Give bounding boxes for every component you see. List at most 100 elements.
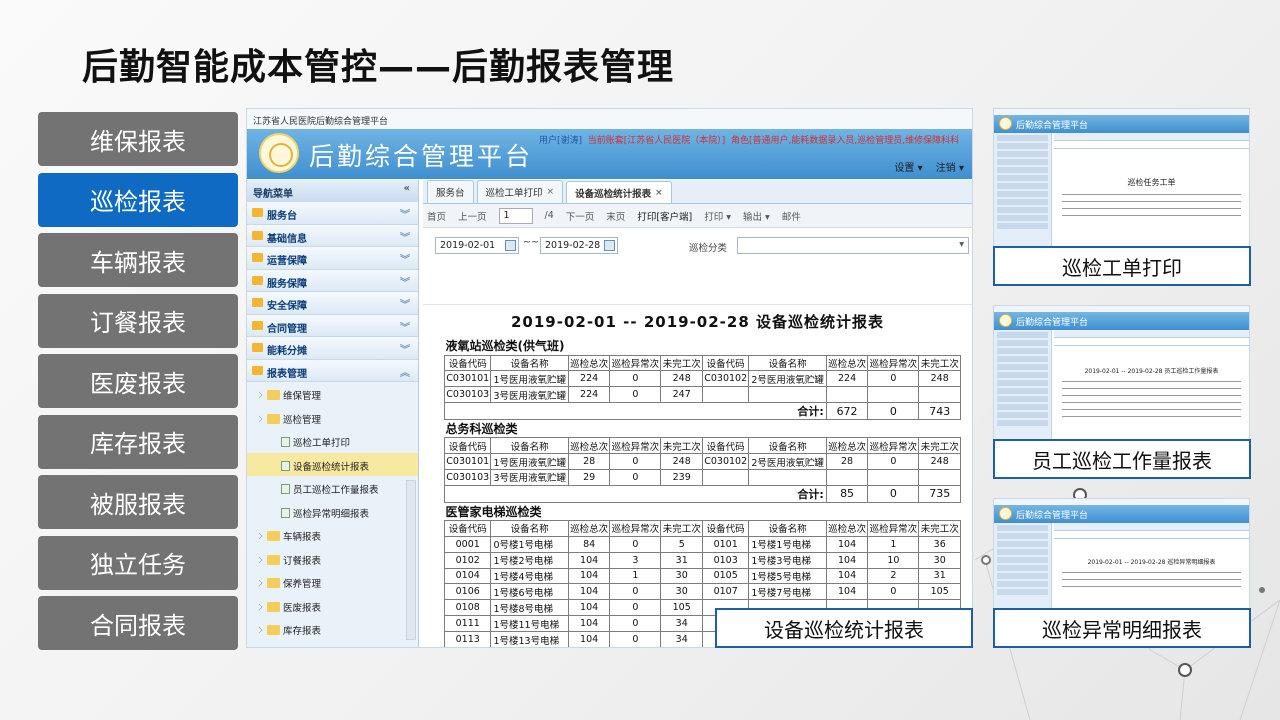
nav-tree-item-5[interactable]: 巡检异常明细报表 <box>247 500 418 524</box>
nav-tree-item-9[interactable]: 医废报表 <box>247 594 418 618</box>
header-row: 设备代码 设备名称 巡检总次 巡检异常次 未完工次 设备代码 设备名称 巡检总次 巡检异常次 未完… <box>443 519 961 537</box>
report-title: 2019-02-01 -- 2019-02-28 设备巡检统计报表 <box>510 313 884 331</box>
prev-page-button[interactable]: 上一页 <box>458 209 487 223</box>
category-select[interactable]: ▾ <box>737 237 969 254</box>
tab-2[interactable]: 设备巡检统计报表 × <box>566 181 672 203</box>
end-date-input[interactable]: 2019-02-28 <box>540 237 618 254</box>
chevron-up-icon[interactable]: ︽ <box>400 364 410 379</box>
total-label: 合计: <box>444 484 827 503</box>
nav-group-0[interactable]: 服务台 ︾ <box>247 202 418 225</box>
table-cell <box>748 468 827 486</box>
role-label: 角色[普通用户,能耗数据录入员,巡检管理员,维修保障科科 <box>731 136 960 146</box>
settings-button[interactable]: 设置 ▾ <box>894 163 922 174</box>
table-cell <box>825 468 869 486</box>
column-header: 未完工次 <box>918 354 961 372</box>
menu-button-6[interactable]: 被服报表 <box>38 475 238 529</box>
table-cell: 84 <box>567 535 611 553</box>
nav-tree-label: 维保管理 <box>283 391 322 402</box>
nav-tree-item-0[interactable]: 维保管理 <box>247 382 418 406</box>
column-header: 巡检异常次 <box>867 519 920 537</box>
account-label: 当前账套[江苏省人民医院（本院）] <box>587 136 726 146</box>
table-row: 0001 0号楼1号电梯 84 0 5 0101 1号楼1号电梯 104 1 36 <box>443 535 961 553</box>
column-header: 设备名称 <box>490 519 569 537</box>
print-client-button[interactable]: 打印[客户端] <box>637 209 692 223</box>
nav-group-5[interactable]: 合同管理 ︾ <box>247 314 418 337</box>
collapse-icon[interactable]: « <box>404 183 410 194</box>
next-page-button[interactable]: 下一页 <box>566 209 595 223</box>
nav-group-3[interactable]: 服务保障 ︾ <box>247 269 418 292</box>
column-header: 巡检总次 <box>567 354 611 372</box>
nav-tree-item-2[interactable]: 巡检工单打印 <box>247 429 418 453</box>
nav-group-7[interactable]: 报表管理 ︽ <box>247 359 418 382</box>
column-header: 巡检异常次 <box>609 354 662 372</box>
nav-tree-item-1[interactable]: 巡检管理 <box>247 406 418 430</box>
close-icon[interactable]: × <box>547 187 555 197</box>
column-header: 设备名称 <box>748 519 827 537</box>
table-cell: 0102 <box>443 551 492 569</box>
last-page-button[interactable]: 末页 <box>606 209 625 223</box>
menu-button-4[interactable]: 医废报表 <box>38 354 238 408</box>
tab-1[interactable]: 巡检工单打印 × <box>476 180 564 203</box>
menu-button-2[interactable]: 车辆报表 <box>38 233 238 287</box>
table-cell: 0 <box>609 615 662 633</box>
close-icon[interactable]: × <box>655 188 663 198</box>
chevron-down-icon[interactable]: ︾ <box>400 296 410 311</box>
chevron-down-icon[interactable]: ︾ <box>400 319 410 334</box>
logout-button[interactable]: 注销 ▾ <box>936 163 964 174</box>
menu-button-0[interactable]: 维保报表 <box>38 112 238 166</box>
menu-button-1[interactable]: 巡检报表 <box>38 172 238 227</box>
nav-tree-item-3[interactable]: 设备巡检统计报表 <box>247 452 418 476</box>
total-value: 735 <box>918 484 961 503</box>
menu-button-5[interactable]: 库存报表 <box>38 414 238 469</box>
table-cell: 104 <box>567 583 611 601</box>
tab-0[interactable]: 服务台 <box>427 180 474 203</box>
chevron-down-icon[interactable]: ▾ <box>959 239 964 250</box>
mail-button[interactable]: 邮件 <box>782 209 801 223</box>
table-cell: 0 <box>609 370 662 388</box>
menu-button-3[interactable]: 订餐报表 <box>38 293 238 348</box>
start-date-input[interactable]: 2019-02-01 <box>435 237 519 254</box>
page-input[interactable]: 1 <box>498 207 533 224</box>
column-header: 设备代码 <box>443 354 492 372</box>
chevron-down-icon[interactable]: ︾ <box>400 341 410 356</box>
export-button[interactable]: 输出 ▾ <box>743 209 770 223</box>
first-page-button[interactable]: 首页 <box>427 209 446 223</box>
nav-group-label: 基础信息 <box>267 233 307 245</box>
total-row: 合计: 672 0 743 <box>444 402 961 421</box>
column-header: 巡检总次 <box>825 354 869 372</box>
filter-bar: 2019-02-01 ~~ 2019-02-28 巡检分类 ▾ <box>423 228 972 280</box>
table-cell: 1号楼1号电梯 <box>748 535 827 553</box>
chevron-down-icon[interactable]: ︾ <box>400 251 410 266</box>
nav-tree-item-4[interactable]: 员工巡检工作量报表 <box>247 476 418 500</box>
nav-group-2[interactable]: 运营保障 ︾ <box>247 247 418 270</box>
nav-group-1[interactable]: 基础信息 ︾ <box>247 224 418 247</box>
nav-scrollbar[interactable] <box>406 480 416 640</box>
nav-tree-item-8[interactable]: 保养管理 <box>247 570 418 594</box>
chevron-down-icon[interactable]: ︾ <box>400 206 410 221</box>
menu-button-8[interactable]: 合同报表 <box>38 596 238 650</box>
nav-group-4[interactable]: 安全保障 ︾ <box>247 292 418 315</box>
calendar-icon[interactable] <box>604 240 615 251</box>
chevron-down-icon[interactable]: ︾ <box>400 229 410 244</box>
chevron-down-icon[interactable]: ︾ <box>400 274 410 289</box>
nav-group-label: 服务台 <box>267 211 297 222</box>
menu-button-7[interactable]: 独立任务 <box>38 535 238 590</box>
nav-tree-label: 保养管理 <box>283 579 322 590</box>
column-header: 设备名称 <box>748 437 827 455</box>
print-button[interactable]: 打印 ▾ <box>704 209 731 223</box>
thumb-platform-name: 后勤综合管理平台 <box>1016 511 1089 521</box>
tab-bar: 服务台 巡检工单打印 × 设备巡检统计报表 × <box>423 180 972 204</box>
section-row: 总务科巡检类 <box>445 420 961 438</box>
nav-tree-item-7[interactable]: 订餐报表 <box>247 547 418 571</box>
nav-tree-item-10[interactable]: 库存报表 <box>247 617 418 641</box>
nav-group-6[interactable]: 能耗分摊 ︾ <box>247 337 418 360</box>
table-cell <box>748 386 827 404</box>
table-cell: 31 <box>918 567 961 585</box>
table-cell: 0101 <box>701 535 750 553</box>
table-cell: 248 <box>918 453 961 470</box>
nav-tree-item-6[interactable]: 车辆报表 <box>247 523 418 547</box>
calendar-icon[interactable] <box>505 240 516 251</box>
table-cell: 1 <box>867 535 920 553</box>
nav-tree-label: 巡检管理 <box>283 414 322 426</box>
table-cell: 104 <box>567 599 611 617</box>
